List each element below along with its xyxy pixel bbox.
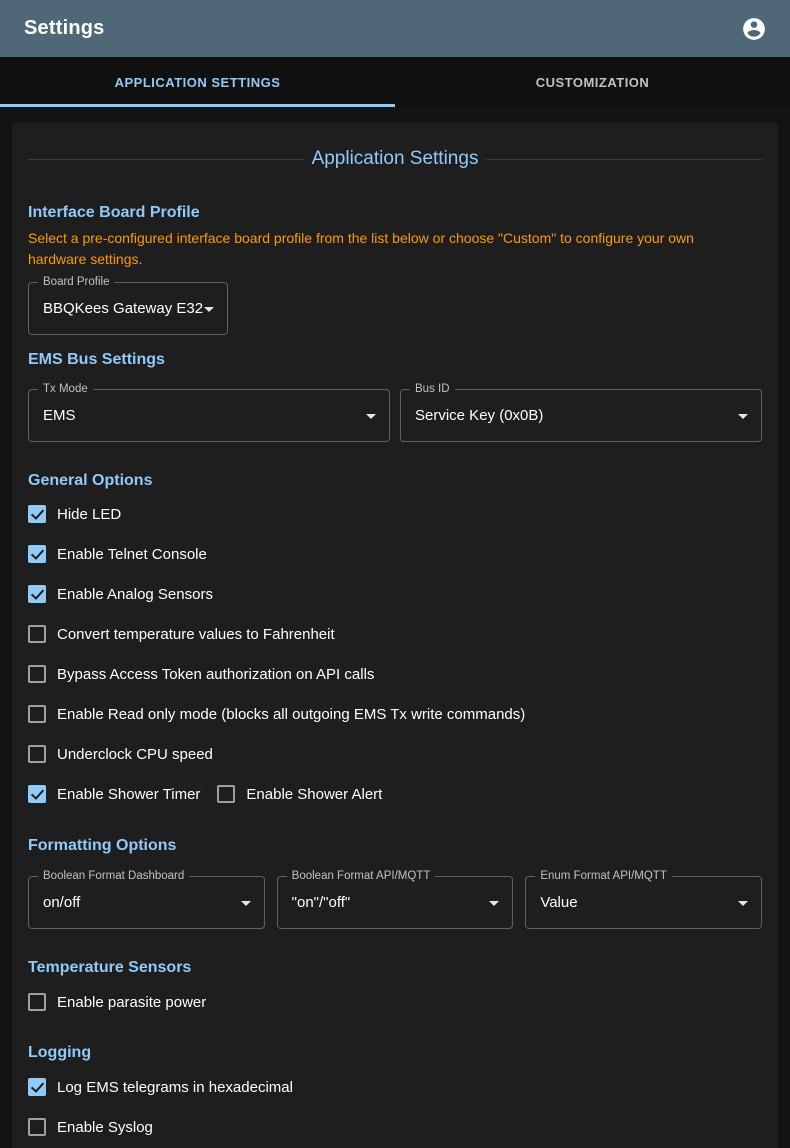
section-formatting-title: Formatting Options — [28, 835, 762, 857]
chevron-down-icon — [241, 901, 251, 906]
checkbox-label: Enable Shower Timer — [57, 786, 200, 803]
checkbox-box — [28, 745, 46, 763]
chevron-down-icon — [366, 414, 376, 419]
app-bar-title: Settings — [24, 17, 105, 40]
checkbox-box — [28, 585, 46, 603]
checkbox-box — [28, 705, 46, 723]
chevron-down-icon — [738, 414, 748, 419]
tab-bar: APPLICATION SETTINGS CUSTOMIZATION — [0, 57, 790, 107]
boolean-format-dashboard-select[interactable]: Boolean Format Dashboard on/off — [28, 876, 265, 929]
checkbox-label: Enable Telnet Console — [57, 546, 207, 563]
checkbox-label: Underclock CPU speed — [57, 746, 213, 763]
checkbox-label: Convert temperature values to Fahrenheit — [57, 626, 335, 643]
checkbox-box — [28, 1078, 46, 1096]
logging-options-list: Log EMS telegrams in hexadecimal Enable … — [28, 1067, 762, 1147]
temperature-options-list: Enable parasite power — [28, 982, 762, 1022]
tab-customization-label: CUSTOMIZATION — [536, 75, 650, 90]
boolean-format-api-select[interactable]: Boolean Format API/MQTT "on"/"off" — [277, 876, 514, 929]
divider-line — [28, 159, 304, 160]
checkbox-enable-shower-timer[interactable]: Enable Shower Timer — [28, 785, 200, 803]
checkbox-box — [28, 785, 46, 803]
board-profile-select-label: Board Profile — [38, 275, 114, 290]
bus-id-select[interactable]: Bus ID Service Key (0x0B) — [400, 389, 762, 442]
tx-mode-select-value: EMS — [29, 390, 389, 441]
checkbox-label: Enable Shower Alert — [246, 786, 382, 803]
divider-line — [486, 159, 762, 160]
chevron-down-icon — [204, 307, 214, 312]
enum-format-api-label: Enum Format API/MQTT — [535, 869, 672, 884]
section-temperature-title: Temperature Sensors — [28, 957, 762, 979]
general-options-list: Hide LED Enable Telnet Console Enable An… — [28, 494, 762, 814]
checkbox-box — [28, 665, 46, 683]
checkbox-hide-led[interactable]: Hide LED — [28, 494, 762, 534]
bus-id-select-label: Bus ID — [410, 382, 455, 397]
checkbox-label: Enable Analog Sensors — [57, 586, 213, 603]
card-heading: Application Settings — [28, 146, 762, 172]
chevron-down-icon — [738, 901, 748, 906]
checkbox-enable-telnet-console[interactable]: Enable Telnet Console — [28, 534, 762, 574]
section-interface-board-title: Interface Board Profile — [28, 202, 762, 224]
checkbox-bypass-access-token[interactable]: Bypass Access Token authorization on API… — [28, 654, 762, 694]
checkbox-read-only-mode[interactable]: Enable Read only mode (blocks all outgoi… — [28, 694, 762, 734]
checkbox-box — [28, 993, 46, 1011]
checkbox-box — [28, 545, 46, 563]
account-button[interactable] — [734, 9, 774, 49]
checkbox-enable-shower-alert[interactable]: Enable Shower Alert — [217, 785, 382, 803]
checkbox-enable-syslog[interactable]: Enable Syslog — [28, 1107, 762, 1147]
checkbox-label: Enable Read only mode (blocks all outgoi… — [57, 706, 525, 723]
enum-format-api-value: Value — [526, 877, 761, 928]
tx-mode-select[interactable]: Tx Mode EMS — [28, 389, 390, 442]
tab-customization[interactable]: CUSTOMIZATION — [395, 57, 790, 107]
checkbox-log-ems-hex[interactable]: Log EMS telegrams in hexadecimal — [28, 1067, 762, 1107]
checkbox-label: Bypass Access Token authorization on API… — [57, 666, 374, 683]
board-profile-select[interactable]: Board Profile BBQKees Gateway E32 — [28, 282, 228, 335]
section-general-title: General Options — [28, 470, 762, 492]
tab-application-settings[interactable]: APPLICATION SETTINGS — [0, 57, 395, 107]
checkbox-label: Hide LED — [57, 506, 121, 523]
shower-options-row: Enable Shower Timer Enable Shower Alert — [28, 774, 762, 814]
checkbox-box — [28, 505, 46, 523]
checkbox-convert-fahrenheit[interactable]: Convert temperature values to Fahrenheit — [28, 614, 762, 654]
checkbox-box — [217, 785, 235, 803]
section-ems-bus-title: EMS Bus Settings — [28, 349, 762, 371]
app-bar: Settings — [0, 0, 790, 57]
boolean-format-dashboard-label: Boolean Format Dashboard — [38, 869, 189, 884]
card-heading-text: Application Settings — [312, 146, 479, 172]
checkbox-label: Enable parasite power — [57, 994, 206, 1011]
interface-board-description: Select a pre-configured interface board … — [28, 228, 740, 270]
tx-mode-select-label: Tx Mode — [38, 382, 93, 397]
section-logging-title: Logging — [28, 1042, 762, 1064]
checkbox-label: Log EMS telegrams in hexadecimal — [57, 1079, 293, 1096]
boolean-format-dashboard-value: on/off — [29, 877, 264, 928]
enum-format-api-select[interactable]: Enum Format API/MQTT Value — [525, 876, 762, 929]
checkbox-box — [28, 1118, 46, 1136]
checkbox-enable-parasite-power[interactable]: Enable parasite power — [28, 982, 762, 1022]
active-tab-indicator — [0, 104, 395, 107]
formatting-selects-row: Boolean Format Dashboard on/off Boolean … — [28, 876, 762, 929]
boolean-format-api-label: Boolean Format API/MQTT — [287, 869, 436, 884]
checkbox-box — [28, 625, 46, 643]
bus-id-select-value: Service Key (0x0B) — [401, 390, 761, 441]
tab-application-settings-label: APPLICATION SETTINGS — [115, 75, 281, 90]
boolean-format-api-value: "on"/"off" — [278, 877, 513, 928]
board-profile-field: Board Profile BBQKees Gateway E32 — [28, 282, 762, 335]
settings-card: Application Settings Interface Board Pro… — [12, 122, 778, 1148]
account-circle-icon — [741, 16, 767, 42]
chevron-down-icon — [489, 901, 499, 906]
ems-bus-selects-row: Tx Mode EMS Bus ID Service Key (0x0B) — [28, 389, 762, 442]
checkbox-label: Enable Syslog — [57, 1119, 153, 1136]
checkbox-enable-analog-sensors[interactable]: Enable Analog Sensors — [28, 574, 762, 614]
checkbox-underclock-cpu[interactable]: Underclock CPU speed — [28, 734, 762, 774]
board-profile-select-value: BBQKees Gateway E32 — [29, 283, 227, 334]
